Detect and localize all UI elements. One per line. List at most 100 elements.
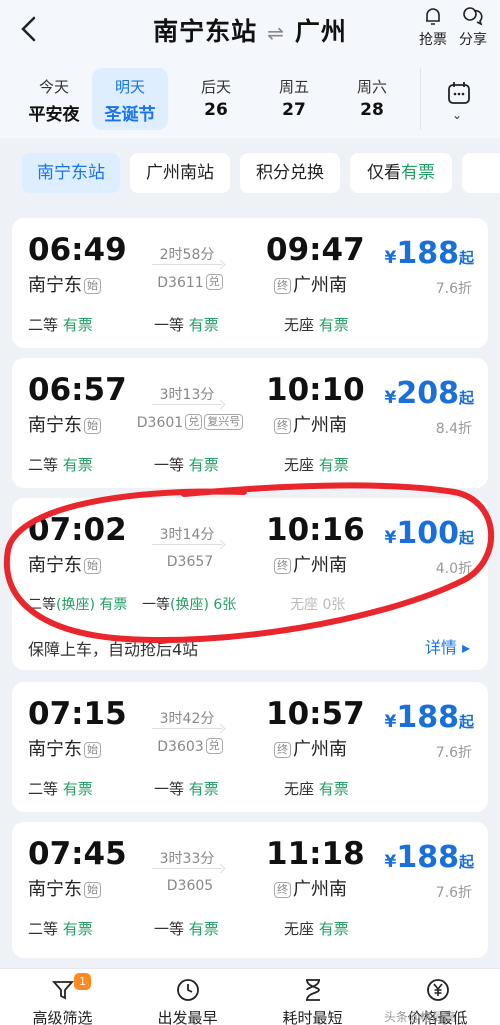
price: ¥208起: [384, 376, 474, 411]
discount: 8.4折: [435, 421, 472, 437]
redeem-tag: 兑: [205, 738, 223, 754]
swap-arrows-icon[interactable]: ⇌: [267, 21, 285, 45]
chip-more[interactable]: [462, 153, 500, 193]
arrival-station: 终广州南: [274, 271, 347, 297]
arrival-time: 10:16: [266, 512, 365, 548]
departure-station: 南宁东始: [28, 271, 101, 297]
terminal-tag: 终: [274, 418, 291, 434]
seat-no-seat: 无座 有票: [284, 920, 349, 938]
discount: 7.6折: [435, 281, 472, 297]
date-tab-27[interactable]: 周五 27: [256, 68, 332, 130]
chip-only-value: 有票: [401, 163, 435, 183]
from-station: 南宁东站: [153, 17, 258, 46]
clock-icon: [176, 979, 199, 1001]
origin-tag: 始: [84, 742, 101, 758]
arrival-station: 终广州南: [274, 551, 347, 577]
departure-time: 07:45: [28, 836, 127, 872]
train-card[interactable]: 07:45 南宁东始 3时33分 D3605 11:18 终广州南 ¥188起 …: [12, 822, 488, 958]
seat-first-class: 一等 有票: [154, 920, 219, 938]
seat-no-seat: 无座 有票: [284, 780, 349, 798]
seat-second-class: 二等 有票: [28, 920, 93, 938]
arrival-time: 10:57: [266, 696, 365, 732]
route-arrow: [152, 868, 222, 869]
seat-second-class: 二等 有票: [28, 780, 93, 798]
arrival-time: 11:18: [266, 836, 365, 872]
date-weekday: 明天: [114, 78, 145, 96]
discount: 7.6折: [435, 745, 472, 761]
sort-shortest-button[interactable]: 耗时最短: [250, 977, 375, 1025]
price: ¥188起: [384, 236, 474, 271]
filter-count-badge: 1: [74, 973, 91, 990]
seat-first-class: 一等 有票: [154, 316, 219, 334]
date-label: 平安夜: [28, 105, 80, 125]
departure-station: 南宁东始: [28, 875, 101, 901]
chip-points-redeem[interactable]: 积分兑换: [240, 153, 340, 193]
sort-earliest-button[interactable]: 出发最早: [125, 977, 250, 1025]
date-weekday: 周六: [356, 78, 387, 96]
filter-icon: [51, 981, 74, 1000]
bell-icon: [426, 8, 440, 25]
train-number: D3657: [166, 554, 214, 570]
calendar-button[interactable]: ⌄: [420, 68, 490, 130]
calendar-icon: [448, 82, 470, 104]
seat-second-class: 二等(换座) 有票: [28, 597, 128, 613]
seat-second-class: 二等 有票: [28, 456, 93, 474]
price: ¥100起: [384, 516, 474, 551]
date-label: 26: [204, 100, 228, 120]
departure-time: 06:57: [28, 372, 127, 408]
sort-shortest-label: 耗时最短: [282, 1009, 343, 1025]
train-card[interactable]: 07:02 南宁东始 3时14分 D3657 10:16 终广州南 ¥100起 …: [12, 498, 488, 670]
sort-earliest-label: 出发最早: [157, 1009, 218, 1025]
train-number: D3605: [166, 878, 214, 894]
chip-to-station[interactable]: 广州南站: [130, 153, 230, 193]
train-card[interactable]: 06:57 南宁东始 3时13分 D3601 兑复兴号 10:10 终广州南 ¥2…: [12, 358, 488, 488]
departure-time: 06:49: [28, 232, 127, 268]
guarantee-note: 保障上车，自动抢后4站: [28, 640, 199, 659]
price: ¥188起: [384, 840, 474, 875]
arrival-time: 09:47: [266, 232, 365, 268]
route-arrow: [152, 264, 222, 265]
grab-ticket-button[interactable]: 抢票: [413, 4, 453, 49]
share-label: 分享: [459, 32, 487, 48]
route-arrow: [152, 544, 222, 545]
seat-no-seat: 无座 有票: [284, 456, 349, 474]
date-tab-28[interactable]: 周六 28: [334, 68, 410, 130]
advanced-filter-button[interactable]: 1 高级筛选: [0, 973, 125, 1025]
details-link[interactable]: 详情 ▸: [425, 634, 470, 658]
discount: 4.0折: [435, 561, 472, 577]
arrival-station: 终广州南: [274, 875, 347, 901]
arrival-station: 终广州南: [274, 411, 347, 437]
origin-tag: 始: [84, 278, 101, 294]
top-bar: 南宁东站 ⇌ 广州 抢票 分享: [0, 0, 500, 62]
redeem-tag: 兑: [185, 414, 203, 430]
share-button[interactable]: 分享: [453, 4, 493, 49]
seat-no-seat: 无座 0张: [290, 597, 346, 613]
arrival-time: 10:10: [266, 372, 365, 408]
redeem-tag: 兑: [205, 274, 223, 290]
seat-first-class: 一等 有票: [154, 780, 219, 798]
date-tab-26[interactable]: 后天 26: [178, 68, 254, 130]
train-card[interactable]: 06:49 南宁东始 2时58分 D3611 兑 09:47 终广州南 ¥188起…: [12, 218, 488, 348]
train-number: D3601 兑复兴号: [120, 414, 260, 431]
chip-from-station[interactable]: 南宁东站: [22, 153, 120, 193]
terminal-tag: 终: [274, 558, 291, 574]
train-card[interactable]: 07:15 南宁东始 3时42分 D3603 兑 10:57 终广州南 ¥188起…: [12, 682, 488, 812]
terminal-tag: 终: [274, 278, 291, 294]
seat-no-seat: 无座 有票: [284, 316, 349, 334]
date-tab-tomorrow[interactable]: 明天 圣诞节: [92, 68, 168, 130]
route-arrow: [152, 404, 222, 405]
watermark-text: 头条@格局高: [384, 1010, 457, 1024]
seat-first-class: 一等 有票: [154, 456, 219, 474]
chip-only-label: 仅看: [367, 163, 401, 183]
departure-time: 07:02: [28, 512, 127, 548]
date-weekday: 后天: [200, 78, 231, 96]
date-label: 27: [282, 100, 306, 120]
route-arrow: [152, 728, 222, 729]
date-tab-today[interactable]: 今天 平安夜: [16, 68, 92, 130]
seat-first-class: 一等(换座) 6张: [142, 597, 237, 613]
fuxing-tag: 复兴号: [204, 414, 244, 430]
share-icon: [463, 7, 483, 26]
chip-only-available[interactable]: 仅看有票: [350, 153, 452, 193]
arrival-station: 终广州南: [274, 735, 347, 761]
yuan-icon: [426, 979, 449, 1001]
